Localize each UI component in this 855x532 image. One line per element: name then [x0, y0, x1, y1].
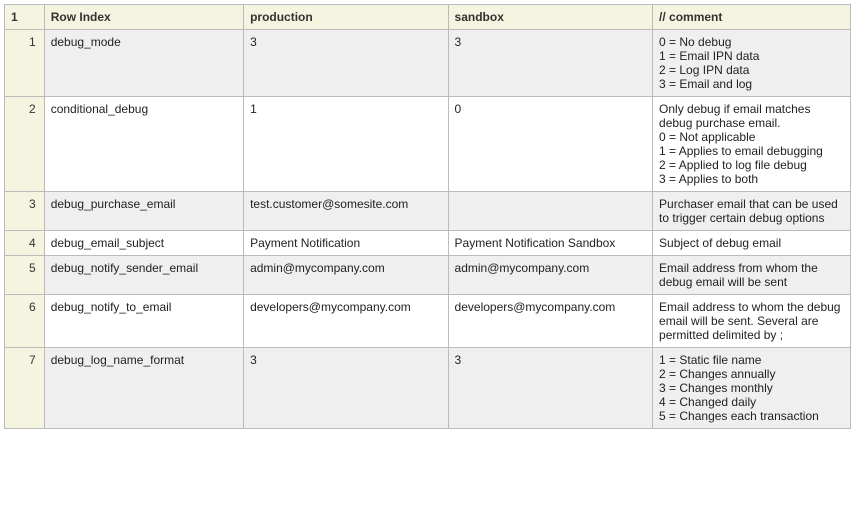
- cell-production[interactable]: 1: [244, 97, 448, 192]
- table-row: 2 conditional_debug 1 0 Only debug if em…: [5, 97, 851, 192]
- table-row: 4 debug_email_subject Payment Notificati…: [5, 231, 851, 256]
- row-number[interactable]: 6: [5, 295, 45, 348]
- row-number[interactable]: 1: [5, 30, 45, 97]
- header-row: 1 Row Index production sandbox // commen…: [5, 5, 851, 30]
- cell-sandbox[interactable]: Payment Notification Sandbox: [448, 231, 652, 256]
- table-row: 3 debug_purchase_email test.customer@som…: [5, 192, 851, 231]
- row-number[interactable]: 7: [5, 348, 45, 429]
- header-production[interactable]: production: [244, 5, 448, 30]
- cell-comment[interactable]: Email address to whom the debug email wi…: [653, 295, 851, 348]
- cell-sandbox[interactable]: developers@mycompany.com: [448, 295, 652, 348]
- row-number[interactable]: 4: [5, 231, 45, 256]
- table-row: 1 debug_mode 3 3 0 = No debug 1 = Email …: [5, 30, 851, 97]
- cell-rowindex[interactable]: debug_notify_to_email: [44, 295, 243, 348]
- cell-rowindex[interactable]: debug_notify_sender_email: [44, 256, 243, 295]
- row-number[interactable]: 5: [5, 256, 45, 295]
- cell-rowindex[interactable]: debug_mode: [44, 30, 243, 97]
- cell-sandbox[interactable]: admin@mycompany.com: [448, 256, 652, 295]
- cell-sandbox[interactable]: 3: [448, 348, 652, 429]
- cell-comment[interactable]: Only debug if email matches debug purcha…: [653, 97, 851, 192]
- cell-production[interactable]: 3: [244, 30, 448, 97]
- cell-comment[interactable]: Email address from whom the debug email …: [653, 256, 851, 295]
- cell-sandbox[interactable]: 3: [448, 30, 652, 97]
- table-row: 6 debug_notify_to_email developers@mycom…: [5, 295, 851, 348]
- cell-sandbox[interactable]: 0: [448, 97, 652, 192]
- cell-production[interactable]: test.customer@somesite.com: [244, 192, 448, 231]
- table-row: 7 debug_log_name_format 3 3 1 = Static f…: [5, 348, 851, 429]
- row-number[interactable]: 3: [5, 192, 45, 231]
- row-number[interactable]: 2: [5, 97, 45, 192]
- header-corner[interactable]: 1: [5, 5, 45, 30]
- cell-comment[interactable]: 0 = No debug 1 = Email IPN data 2 = Log …: [653, 30, 851, 97]
- cell-rowindex[interactable]: conditional_debug: [44, 97, 243, 192]
- cell-rowindex[interactable]: debug_log_name_format: [44, 348, 243, 429]
- cell-rowindex[interactable]: debug_email_subject: [44, 231, 243, 256]
- table-body: 1 debug_mode 3 3 0 = No debug 1 = Email …: [5, 30, 851, 429]
- cell-production[interactable]: Payment Notification: [244, 231, 448, 256]
- cell-comment[interactable]: 1 = Static file name 2 = Changes annuall…: [653, 348, 851, 429]
- cell-comment[interactable]: Subject of debug email: [653, 231, 851, 256]
- cell-comment[interactable]: Purchaser email that can be used to trig…: [653, 192, 851, 231]
- header-sandbox[interactable]: sandbox: [448, 5, 652, 30]
- cell-sandbox[interactable]: [448, 192, 652, 231]
- cell-production[interactable]: admin@mycompany.com: [244, 256, 448, 295]
- table-row: 5 debug_notify_sender_email admin@mycomp…: [5, 256, 851, 295]
- header-comment[interactable]: // comment: [653, 5, 851, 30]
- cell-rowindex[interactable]: debug_purchase_email: [44, 192, 243, 231]
- config-table: 1 Row Index production sandbox // commen…: [4, 4, 851, 429]
- cell-production[interactable]: 3: [244, 348, 448, 429]
- cell-production[interactable]: developers@mycompany.com: [244, 295, 448, 348]
- header-rowindex[interactable]: Row Index: [44, 5, 243, 30]
